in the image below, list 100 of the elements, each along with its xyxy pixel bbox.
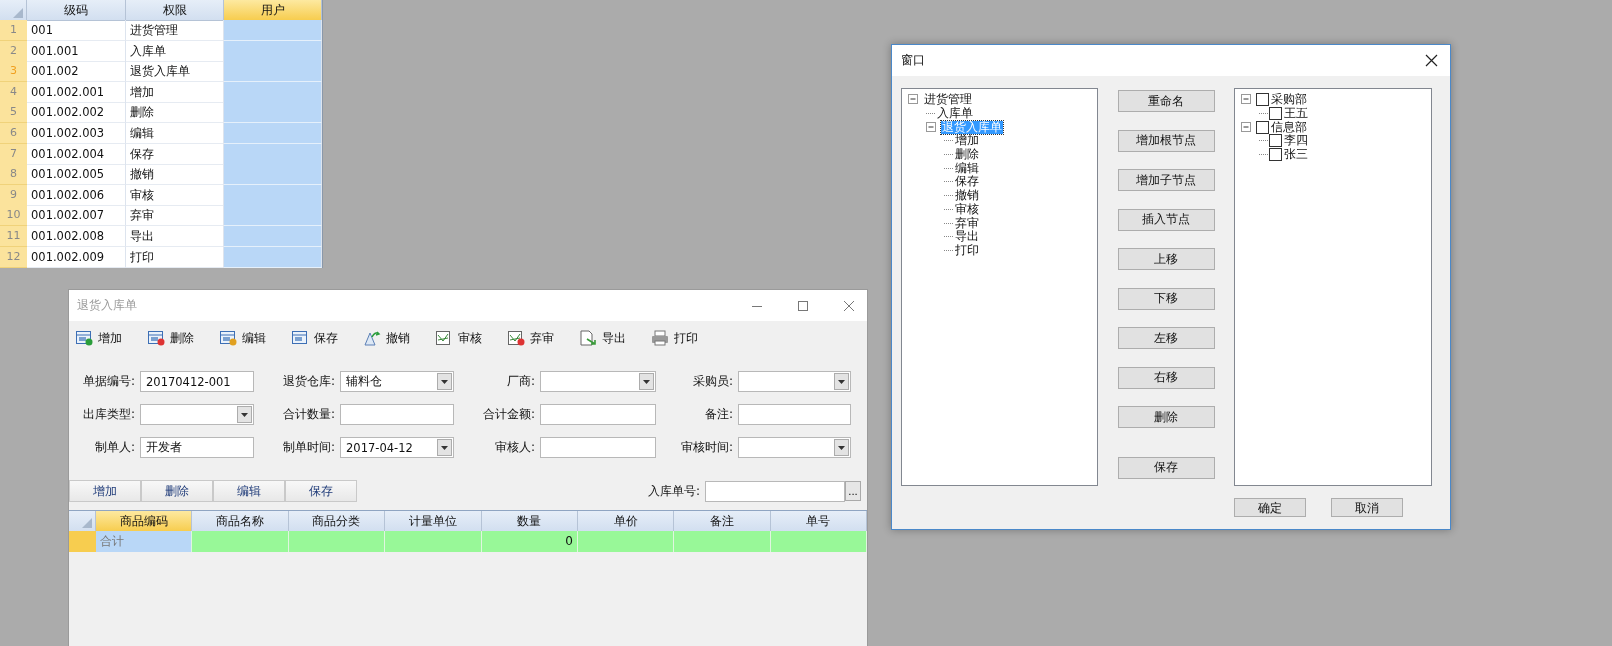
tree-item[interactable]: 打印 <box>954 243 980 257</box>
tree-item[interactable]: 入库单 <box>936 107 974 121</box>
toolbar-button[interactable]: 导出 <box>575 329 647 347</box>
close-icon[interactable] <box>1425 54 1438 67</box>
dropdown-arrow-icon <box>838 445 845 450</box>
checkbox[interactable] <box>1269 148 1282 162</box>
tree-item[interactable]: 王五 <box>1283 107 1309 121</box>
input-field[interactable]: 20170412-001 <box>140 371 254 392</box>
action-button[interactable]: 下移 <box>1117 287 1215 310</box>
table-cell: 001.002.003 <box>27 122 126 144</box>
field-label: 合计金额: <box>481 406 535 423</box>
collapse-icon[interactable] <box>1241 94 1252 106</box>
toolbar-button[interactable]: 弃审 <box>503 329 575 347</box>
column-header[interactable]: 级码 <box>27 0 126 21</box>
row-number: 3 <box>0 61 27 83</box>
dropdown-arrow-icon <box>441 445 448 450</box>
field-label: 入库单号: <box>647 482 700 500</box>
toolbar-button[interactable]: 删除 <box>143 329 215 347</box>
input-field[interactable] <box>540 437 656 458</box>
tree-item[interactable]: 编辑 <box>954 161 980 175</box>
toolbar-button[interactable]: 审核 <box>431 329 503 347</box>
detail-button[interactable]: 增加 <box>69 480 141 502</box>
detail-button[interactable]: 保存 <box>285 480 357 502</box>
row-number: 12 <box>0 246 27 268</box>
tree-item[interactable]: 导出 <box>954 230 980 244</box>
action-button[interactable]: 重命名 <box>1117 90 1215 112</box>
action-button[interactable]: 左移 <box>1117 327 1215 349</box>
table-cell: 001.002.009 <box>27 246 126 268</box>
dropdown-field[interactable]: 辅料仓 <box>340 371 454 392</box>
table-cell: 001.002.005 <box>27 164 126 186</box>
input-field[interactable] <box>705 480 845 502</box>
tree-item[interactable]: 增加 <box>954 134 980 148</box>
table-cell: 001.002.007 <box>27 205 126 227</box>
printer-icon <box>651 330 669 346</box>
tree-item[interactable]: 删除 <box>954 148 980 162</box>
tree-item[interactable]: 审核 <box>954 202 980 216</box>
chart-minus-icon <box>507 330 525 346</box>
checkbox[interactable] <box>1256 93 1269 107</box>
tree-item[interactable]: 保存 <box>954 175 980 189</box>
action-button[interactable]: 删除 <box>1117 406 1215 428</box>
toolbar-button[interactable]: 增加 <box>71 329 143 347</box>
dropdown-field[interactable] <box>540 371 656 392</box>
row-number: 8 <box>0 164 27 186</box>
tree-item[interactable]: 李四 <box>1283 134 1309 148</box>
table-cell: 001 <box>27 20 126 41</box>
toolbar-button[interactable]: 保存 <box>287 329 359 347</box>
dropdown-arrow-icon <box>643 379 650 384</box>
undo-arrow-icon <box>363 330 381 346</box>
field-label: 审核人: <box>493 439 535 456</box>
column-header[interactable]: 商品编码 <box>96 511 193 531</box>
checkbox[interactable] <box>1256 120 1269 134</box>
field-label: 审核时间: <box>679 439 733 456</box>
field-label: 备注: <box>703 406 733 423</box>
action-button[interactable]: 插入节点 <box>1117 208 1215 231</box>
maximize-icon[interactable] <box>797 299 809 312</box>
detail-button[interactable]: 编辑 <box>213 480 285 502</box>
input-field[interactable] <box>340 404 454 425</box>
save-button[interactable]: 保存 <box>1117 456 1215 479</box>
column-header[interactable]: 用户 <box>224 0 322 21</box>
select-all-triangle-icon[interactable] <box>13 8 23 18</box>
dropdown-field[interactable] <box>738 371 851 392</box>
toolbar-button[interactable]: 撤销 <box>359 329 431 347</box>
tree-item[interactable]: 弃审 <box>954 216 980 230</box>
tree-item[interactable]: 张三 <box>1283 148 1309 162</box>
dropdown-field[interactable]: 2017-04-12 <box>340 437 454 458</box>
action-button[interactable]: 上移 <box>1117 248 1215 270</box>
table-cell: 001.002.001 <box>27 81 126 103</box>
detail-button[interactable]: 删除 <box>141 480 213 502</box>
tree-item[interactable]: 进货管理 <box>923 93 973 107</box>
checkbox[interactable] <box>1269 134 1282 148</box>
action-button[interactable]: 增加子节点 <box>1117 169 1215 191</box>
form-plus-icon <box>75 330 93 346</box>
dropdown-arrow-icon <box>241 412 248 417</box>
tree-item[interactable]: 信息部 <box>1270 120 1308 134</box>
dialog-button[interactable]: 取消 <box>1331 498 1403 517</box>
field-label: 合计数量: <box>281 406 335 423</box>
table-cell: 001.002.002 <box>27 102 126 124</box>
window-title: 退货入库单 <box>77 297 137 314</box>
action-button[interactable]: 增加根节点 <box>1117 129 1215 152</box>
browse-button[interactable]: ... <box>845 481 861 501</box>
table-cell: 001.001 <box>27 40 126 62</box>
select-all-triangle-icon[interactable] <box>82 518 92 528</box>
field-label: 退货仓库: <box>281 373 335 390</box>
table-cell: 0 <box>481 531 578 552</box>
checkbox[interactable] <box>1269 107 1282 121</box>
tree-item[interactable]: 采购部 <box>1270 93 1308 107</box>
chart-check-icon <box>435 330 453 346</box>
collapse-icon[interactable] <box>926 121 937 133</box>
dropdown-field[interactable] <box>140 404 254 425</box>
input-field[interactable]: 开发者 <box>140 437 254 458</box>
toolbar-button[interactable]: 打印 <box>647 329 719 347</box>
tree-item[interactable]: 撤销 <box>954 189 980 203</box>
collapse-icon[interactable] <box>1241 121 1252 133</box>
action-button[interactable]: 右移 <box>1117 366 1215 389</box>
toolbar-button[interactable]: 编辑 <box>215 329 287 347</box>
input-field[interactable] <box>738 404 851 425</box>
dropdown-field[interactable] <box>738 437 851 458</box>
dialog-button[interactable]: 确定 <box>1234 498 1306 517</box>
input-field[interactable] <box>540 404 656 425</box>
collapse-icon[interactable] <box>908 94 919 106</box>
